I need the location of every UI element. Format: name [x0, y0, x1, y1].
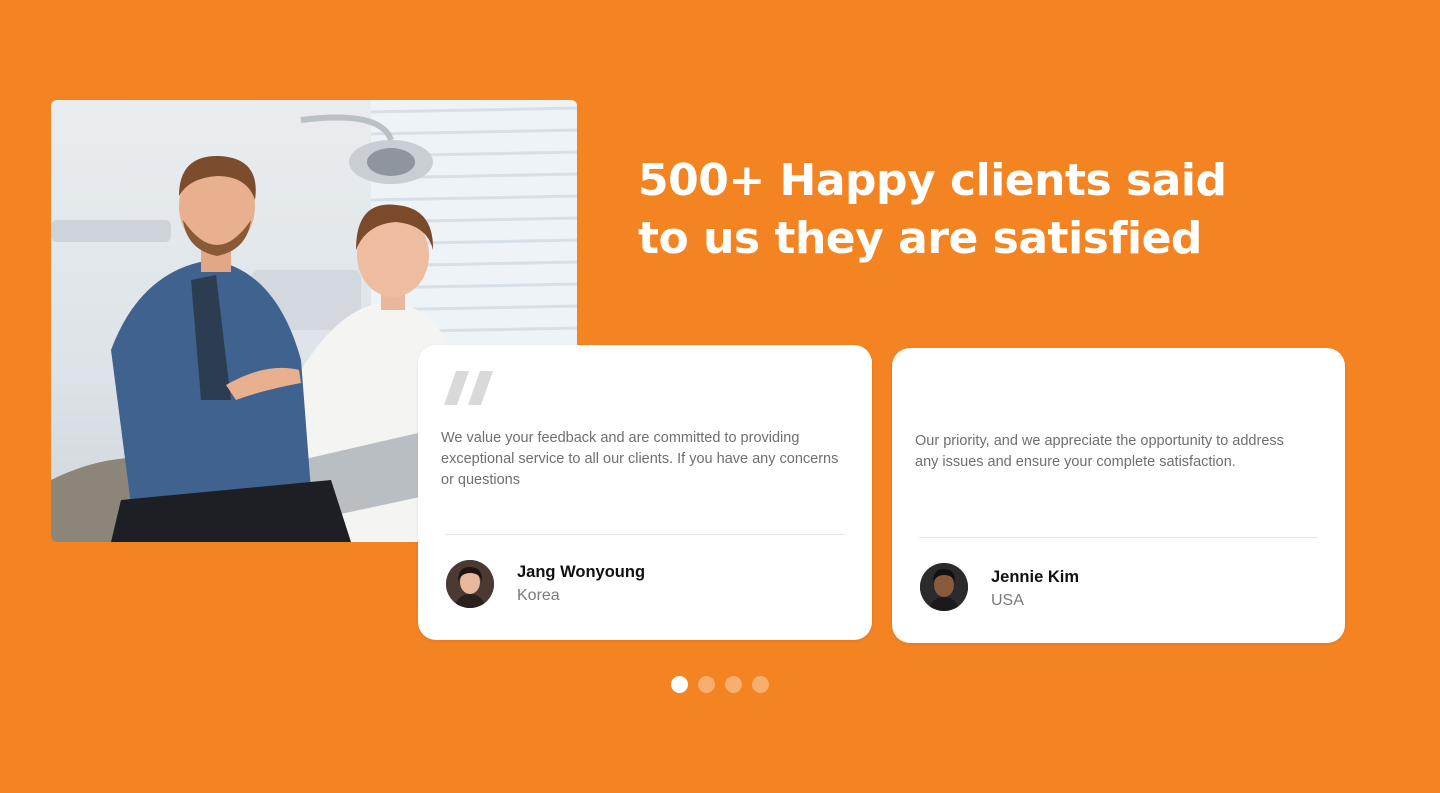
- testimonial-card: We value your feedback and are committed…: [418, 345, 872, 640]
- divider: [445, 534, 845, 535]
- client-country: USA: [991, 592, 1024, 609]
- pagination-dot-1[interactable]: [671, 676, 688, 693]
- client-name: Jennie Kim: [991, 568, 1080, 586]
- pagination-dot-4[interactable]: [752, 676, 769, 693]
- testimonial-text: We value your feedback and are committed…: [441, 430, 839, 488]
- carousel-pagination: [671, 676, 769, 693]
- testimonial-text: Our priority, and we appreciate the oppo…: [915, 433, 1284, 470]
- quote-icon: [444, 371, 493, 405]
- heading-line-1: 500+ Happy clients said: [638, 155, 1227, 206]
- avatar: [920, 563, 968, 611]
- section-heading: 500+ Happy clients said to us they are s…: [638, 152, 1278, 268]
- testimonials-section: 500+ Happy clients said to us they are s…: [0, 0, 1440, 793]
- avatar: [446, 560, 494, 608]
- pagination-dot-2[interactable]: [698, 676, 715, 693]
- heading-line-2: to us they are satisfied: [638, 213, 1202, 264]
- pagination-dot-3[interactable]: [725, 676, 742, 693]
- client-country: Korea: [517, 587, 560, 604]
- client-name: Jang Wonyoung: [517, 563, 646, 581]
- divider: [919, 537, 1318, 538]
- testimonial-card: Our priority, and we appreciate the oppo…: [892, 348, 1345, 643]
